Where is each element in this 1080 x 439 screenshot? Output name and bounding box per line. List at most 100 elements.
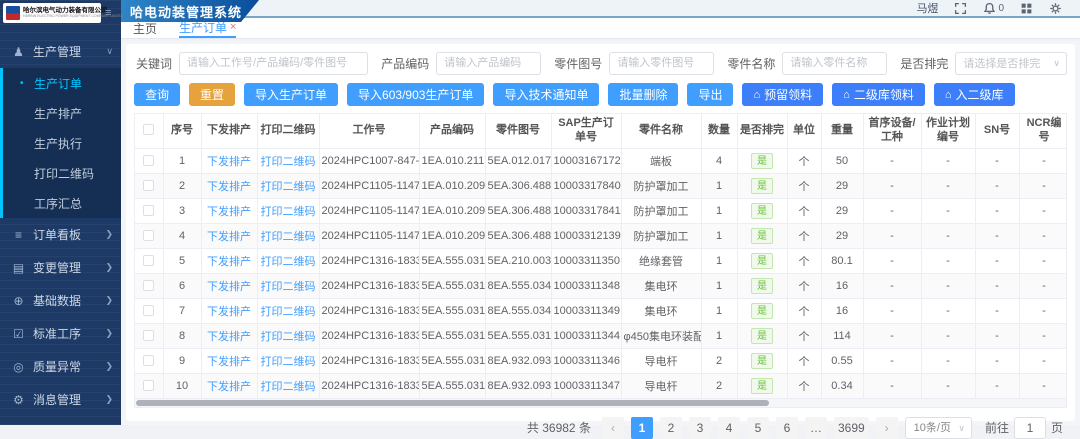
- column-header-part_name: 零件名称: [621, 114, 701, 148]
- target-icon: ◎: [12, 360, 25, 374]
- button-导入技术通知单[interactable]: 导入技术通知单: [493, 83, 599, 106]
- print-qrcode-link[interactable]: 打印二维码: [261, 306, 316, 318]
- page-button-3699[interactable]: 3699: [834, 417, 869, 439]
- sidebar-item-变更管理[interactable]: ▤变更管理❯: [0, 251, 121, 284]
- button-预留领料[interactable]: ⌂预留领料: [742, 83, 823, 106]
- fullscreen-icon[interactable]: [954, 2, 967, 15]
- row-checkbox[interactable]: [143, 205, 154, 216]
- sidebar-item-生产管理[interactable]: ♟生产管理∨: [0, 35, 121, 68]
- sidebar-subitem-生产排产[interactable]: •生产排产: [3, 98, 121, 128]
- sidebar-item-标准工序[interactable]: ☑标准工序❯: [0, 317, 121, 350]
- sidebar-subitem-生产订单[interactable]: •生产订单: [3, 68, 121, 98]
- issue-schedule-link[interactable]: 下发排产: [207, 356, 251, 368]
- row-checkbox[interactable]: [143, 280, 154, 291]
- print-qrcode-link[interactable]: 打印二维码: [261, 156, 316, 168]
- cell-part_name: 防护罩加工: [621, 223, 701, 248]
- sidebar-item-label: 订单看板: [33, 226, 81, 243]
- row-checkbox[interactable]: [143, 230, 154, 241]
- sidebar: 哈尔滨电气动力装备有限公司 HARBIN ELECTRIC POWER EQUI…: [0, 0, 121, 425]
- column-header-weight: 重量: [821, 114, 863, 148]
- sidebar-subitem-label: 生产订单: [34, 75, 82, 92]
- cell-checkbox: [135, 223, 163, 248]
- button-导入603/903生产订单[interactable]: 导入603/903生产订单: [347, 83, 484, 106]
- issue-schedule-link[interactable]: 下发排产: [207, 206, 251, 218]
- filter-input-零件名称[interactable]: [782, 52, 887, 75]
- button-入二级库[interactable]: ⌂入二级库: [934, 83, 1015, 106]
- row-checkbox[interactable]: [143, 155, 154, 166]
- page-button-2[interactable]: 2: [660, 417, 682, 439]
- issue-schedule-link[interactable]: 下发排产: [207, 281, 251, 293]
- button-二级库领料[interactable]: ⌂二级库领料: [832, 83, 925, 106]
- select-all-checkbox[interactable]: [143, 124, 154, 135]
- close-icon[interactable]: ×: [230, 21, 236, 33]
- button-label: 二级库领料: [854, 84, 914, 106]
- issue-schedule-link[interactable]: 下发排产: [207, 181, 251, 193]
- message-indicator[interactable]: 0: [983, 2, 1004, 15]
- print-qrcode-link[interactable]: 打印二维码: [261, 181, 316, 193]
- filter-input-产品编码[interactable]: [436, 52, 541, 75]
- page-button-5[interactable]: 5: [747, 417, 769, 439]
- filter-select-是否排完[interactable]: 请选择是否排完∨: [955, 52, 1067, 75]
- sidebar-menu: ♟生产管理∨•生产订单•生产排产•生产执行•打印二维码•工序汇总≡订单看板❯▤变…: [0, 35, 121, 416]
- goto-page-input[interactable]: [1014, 417, 1046, 439]
- settings-gear-icon[interactable]: [1049, 2, 1062, 15]
- horizontal-scrollbar-thumb[interactable]: [136, 400, 769, 406]
- prev-page-button[interactable]: ‹: [602, 417, 624, 439]
- cell-part_name: 导电杆: [621, 348, 701, 373]
- sidebar-subitem-生产执行[interactable]: •生产执行: [3, 128, 121, 158]
- cell-qty: 1: [701, 273, 737, 298]
- cell-first_equip: -: [863, 223, 921, 248]
- print-qrcode-link[interactable]: 打印二维码: [261, 206, 316, 218]
- button-批量删除[interactable]: 批量删除: [608, 83, 678, 106]
- sidebar-item-质量异常[interactable]: ◎质量异常❯: [0, 350, 121, 383]
- row-checkbox[interactable]: [143, 305, 154, 316]
- print-qrcode-link[interactable]: 打印二维码: [261, 331, 316, 343]
- cell-weight: 0.55: [821, 348, 863, 373]
- username[interactable]: 马煜: [916, 0, 938, 16]
- production-order-panel: 关键词产品编码零件图号零件名称是否排完请选择是否排完∨ 查询重置导入生产订单导入…: [126, 44, 1075, 421]
- grid-icon[interactable]: [1020, 2, 1033, 15]
- sidebar-collapse-icon[interactable]: ≡: [105, 7, 111, 19]
- issue-schedule-link[interactable]: 下发排产: [207, 156, 251, 168]
- issue-schedule-link[interactable]: 下发排产: [207, 231, 251, 243]
- page-size-select[interactable]: 10条/页 ∨: [905, 417, 972, 439]
- filter-input-零件图号[interactable]: [609, 52, 714, 75]
- row-checkbox[interactable]: [143, 330, 154, 341]
- row-checkbox[interactable]: [143, 255, 154, 266]
- page-button-1[interactable]: 1: [631, 417, 653, 439]
- print-qrcode-link[interactable]: 打印二维码: [261, 256, 316, 268]
- cell-print: 打印二维码: [257, 223, 319, 248]
- pagination-ellipsis[interactable]: …: [805, 417, 827, 439]
- sidebar-item-基础数据[interactable]: ⊕基础数据❯: [0, 284, 121, 317]
- row-checkbox[interactable]: [143, 180, 154, 191]
- issue-schedule-link[interactable]: 下发排产: [207, 331, 251, 343]
- filter-input-关键词[interactable]: [179, 52, 368, 75]
- horizontal-scrollbar[interactable]: [134, 399, 1067, 408]
- column-header-checkbox: [135, 114, 163, 148]
- print-qrcode-link[interactable]: 打印二维码: [261, 356, 316, 368]
- button-重置[interactable]: 重置: [189, 83, 235, 106]
- row-checkbox[interactable]: [143, 380, 154, 391]
- sidebar-subitem-工序汇总[interactable]: •工序汇总: [3, 188, 121, 218]
- button-导出[interactable]: 导出: [687, 83, 733, 106]
- print-qrcode-link[interactable]: 打印二维码: [261, 381, 316, 393]
- button-查询[interactable]: 查询: [134, 83, 180, 106]
- print-qrcode-link[interactable]: 打印二维码: [261, 281, 316, 293]
- issue-schedule-link[interactable]: 下发排产: [207, 306, 251, 318]
- sidebar-item-消息管理[interactable]: ⚙消息管理❯: [0, 383, 121, 416]
- cell-unit: 个: [787, 273, 821, 298]
- message-count: 0: [998, 3, 1004, 14]
- cell-scheduled: 是: [737, 323, 787, 348]
- page-button-3[interactable]: 3: [689, 417, 711, 439]
- sidebar-subitem-打印二维码[interactable]: •打印二维码: [3, 158, 121, 188]
- sidebar-item-订单看板[interactable]: ≡订单看板❯: [0, 218, 121, 251]
- page-button-6[interactable]: 6: [776, 417, 798, 439]
- button-导入生产订单[interactable]: 导入生产订单: [244, 83, 338, 106]
- issue-schedule-link[interactable]: 下发排产: [207, 381, 251, 393]
- next-page-button[interactable]: ›: [876, 417, 898, 439]
- cell-seq: 4: [163, 223, 201, 248]
- page-button-4[interactable]: 4: [718, 417, 740, 439]
- row-checkbox[interactable]: [143, 355, 154, 366]
- issue-schedule-link[interactable]: 下发排产: [207, 256, 251, 268]
- print-qrcode-link[interactable]: 打印二维码: [261, 231, 316, 243]
